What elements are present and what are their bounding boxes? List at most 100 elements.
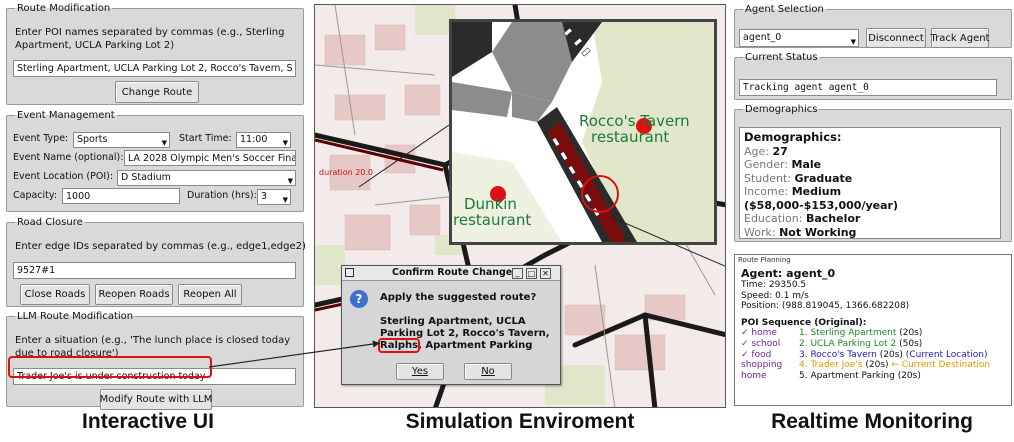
poi-note: (Current Location) — [902, 349, 988, 360]
agent-select[interactable]: agent_0 ▼ — [739, 29, 859, 47]
position-line: Position: (988.819045, 1366.682208) — [741, 301, 910, 312]
poi-duration: (50s) — [896, 338, 923, 349]
event-name-input[interactable]: LA 2028 Olympic Men's Soccer Final — [124, 150, 296, 166]
speed-line: Speed: 0.1 m/s — [741, 290, 809, 301]
duration-select[interactable]: 3 ▼ — [257, 189, 291, 205]
poi-duration: (20s) — [862, 360, 889, 371]
roccos-restaurant-map-label: restaurant — [591, 128, 669, 146]
demo-row: Work: Not Working — [744, 226, 996, 240]
current-status-group: Current Status Tracking agent agent_0 — [734, 52, 1012, 100]
ralphs-highlight: Ralphs — [377, 338, 421, 353]
demographics-group: Demographics Demographics: Age: 27 Gende… — [734, 104, 1012, 242]
edge-ids-input[interactable]: 9527#1 — [13, 262, 296, 279]
demo-label: Student: — [744, 171, 795, 185]
status-field: Tracking agent agent_0 — [739, 79, 997, 96]
agent-selection-legend: Agent Selection — [745, 4, 824, 15]
poi-tag: shopping — [741, 360, 783, 371]
poi-row: home 5. Apartment Parking (20s) — [741, 371, 1009, 382]
disconnect-button[interactable]: Disconnect — [866, 28, 926, 48]
dunkin-restaurant-map-label: restaurant — [453, 211, 531, 229]
chevron-down-icon: ▼ — [282, 139, 288, 147]
route-modification-legend: Route Modification — [17, 3, 111, 14]
demographics-legend: Demographics — [745, 104, 818, 115]
close-roads-button[interactable]: Close Roads — [20, 284, 90, 305]
route-modification-input[interactable]: Sterling Apartment, UCLA Parking Lot 2, … — [13, 60, 296, 77]
event-type-value: Sports — [77, 134, 108, 145]
route-modification-group: Route Modification Enter POI names separ… — [6, 3, 304, 105]
situation-input-highlight — [8, 356, 212, 378]
change-route-button[interactable]: Change Route — [115, 81, 199, 103]
reopen-roads-button[interactable]: Reopen Roads — [95, 284, 173, 305]
dialog-route-line-3: Ralphs, Apartment Parking — [377, 338, 550, 353]
demo-row: Gender: Male — [744, 158, 996, 172]
demo-value: Graduate — [794, 171, 853, 185]
demo-label: Gender: — [744, 158, 792, 171]
poi-note: ← Current Destination — [888, 360, 991, 371]
demo-label: Work: — [744, 225, 780, 239]
poi-heading: POI Sequence (Original): — [741, 317, 867, 328]
agent-line: Agent: agent_0 — [741, 267, 836, 280]
poi-name: 3. Rocco's Tavern — [799, 349, 877, 360]
event-location-select[interactable]: D Stadium ▼ — [117, 170, 296, 186]
demo-label: Age: — [744, 144, 773, 158]
demo-value: Bachelor — [805, 212, 861, 225]
dialog-route-line-1: Sterling Apartment, UCLA — [380, 316, 526, 327]
event-type-label: Event Type: — [13, 133, 69, 144]
zoom-inset-canvas: Rocco's Tavern restaurant Dunkin restaur… — [452, 22, 714, 242]
caption-interactive-ui: Interactive UI — [82, 410, 214, 433]
interactive-ui-panel: Route Modification Enter POI names separ… — [4, 3, 306, 410]
event-name-label: Event Name (optional): — [13, 152, 124, 163]
simulation-map[interactable]: duration 20.0 Rocco's Tavern restaurant … — [314, 4, 726, 408]
poi-tag: ✓ home — [741, 328, 777, 339]
route-modification-instructions: Enter POI names separated by commas (e.g… — [15, 27, 285, 51]
track-agent-button[interactable]: Track Agent — [931, 28, 989, 48]
help-icon: ? — [350, 290, 368, 308]
start-time-select[interactable]: 11:00 ▼ — [236, 132, 291, 148]
capacity-input[interactable]: 1000 — [62, 188, 180, 204]
road-closure-legend: Road Closure — [17, 217, 83, 228]
poi-list: ✓ home 1. Sterling Apartment (20s) ✓ schoo… — [741, 328, 1009, 381]
no-button[interactable]: No — [464, 363, 512, 380]
dialog-route-text: Sterling Apartment, UCLA Parking Lot 2, … — [377, 316, 550, 353]
demo-label: Education: — [744, 212, 806, 225]
start-time-label: Start Time: — [179, 133, 232, 144]
demo-row: Age: 27 — [744, 145, 996, 159]
modify-route-llm-button[interactable]: Modify Route with LLM — [100, 389, 212, 410]
confirm-route-dialog[interactable]: Confirm Route Change _ □ ✕ ? Apply the s… — [341, 265, 561, 385]
event-location-label: Event Location (POI): — [13, 171, 114, 182]
poi-row: shopping 4. Trader Joe's (20s) ← Current … — [741, 360, 1009, 371]
demographics-box: Demographics: Age: 27 Gender: Male Stude… — [739, 127, 1001, 239]
agent-value: agent_0 — [743, 32, 782, 43]
demo-value: 27 — [772, 144, 788, 158]
poi-duration: (20s) — [876, 349, 903, 360]
reopen-all-button[interactable]: Reopen All — [178, 284, 242, 305]
map-duration-label: duration 20.0 — [319, 168, 373, 177]
dialog-route-line-2: Parking Lot 2, Rocco's Tavern, — [380, 328, 550, 339]
event-type-select[interactable]: Sports ▼ — [73, 132, 170, 148]
monitoring-panel: Agent Selection agent_0 ▼ Disconnect Trac… — [734, 4, 1012, 408]
caption-simulation: Simulation Enviroment — [405, 410, 635, 433]
event-management-legend: Event Management — [17, 110, 115, 121]
duration-value: 3 — [261, 191, 268, 202]
minimize-icon[interactable]: _ — [512, 268, 523, 279]
poi-row: ✓ food 3. Rocco's Tavern (20s) (Current L… — [741, 350, 1009, 361]
dialog-titlebar[interactable]: Confirm Route Change _ □ ✕ — [342, 266, 560, 281]
window-menu-icon[interactable] — [345, 268, 354, 277]
time-line: Time: 29350.5 — [741, 280, 807, 290]
chevron-down-icon: ▼ — [161, 139, 167, 147]
demo-row: Education: Bachelor — [744, 212, 996, 226]
poi-tag: ✓ food — [741, 349, 772, 360]
capacity-label: Capacity: — [13, 190, 58, 201]
maximize-icon[interactable]: □ — [526, 268, 537, 279]
event-management-group: Event Management Event Type: Sports ▼ Sta… — [6, 110, 304, 212]
demo-value: Male — [791, 158, 822, 171]
route-planning-title: Route Planning — [738, 256, 791, 264]
llm-route-legend: LLM Route Modification — [17, 311, 134, 322]
event-location-value: D Stadium — [121, 172, 171, 183]
yes-button[interactable]: Yes — [396, 363, 444, 380]
agent-selection-group: Agent Selection agent_0 ▼ Disconnect Trac… — [734, 4, 1012, 48]
dialog-title: Confirm Route Change — [392, 267, 513, 278]
chevron-down-icon: ▼ — [850, 38, 856, 46]
caption-monitoring: Realtime Monitoring — [771, 410, 973, 433]
close-icon[interactable]: ✕ — [540, 268, 551, 279]
